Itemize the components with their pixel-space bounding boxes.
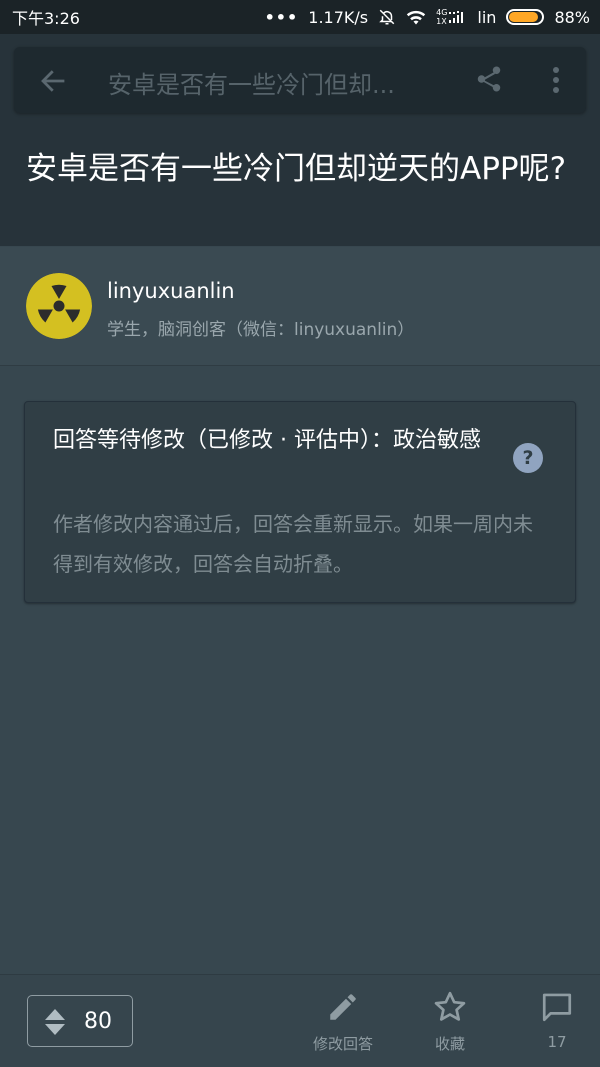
avatar[interactable] (26, 273, 92, 339)
bell-off-icon (378, 8, 396, 26)
battery-percent: 88% (554, 7, 590, 27)
favorite-button[interactable]: 收藏 (420, 989, 480, 1059)
help-icon[interactable]: ? (513, 443, 543, 473)
status-time: 下午3:26 (12, 9, 80, 28)
vote-arrows-icon (45, 1009, 65, 1035)
wifi-icon (406, 9, 426, 25)
share-icon[interactable] (472, 61, 506, 97)
pencil-icon (323, 989, 363, 1025)
vote-button[interactable]: 80 (27, 995, 133, 1047)
notice-title: 回答等待修改（已修改 · 评估中）：政治敏感 (53, 428, 481, 453)
moderation-notice-card: 回答等待修改（已修改 · 评估中）：政治敏感 ? 作者修改内容通过后，回答会重新… (24, 401, 576, 603)
question-title[interactable]: 安卓是否有一些冷门但却逆天的APP呢? (26, 144, 574, 194)
carrier-name: lin (477, 7, 497, 27)
status-bar: 下午3:26 ••• 1.17K/s 4G 1X lin 88% (0, 0, 600, 34)
notice-body: 作者修改内容通过后，回答会重新显示。如果一周内未得到有效修改，回答会自动折叠。 (53, 512, 533, 576)
radiation-icon (26, 273, 92, 339)
more-notifications-icon: ••• (264, 7, 299, 27)
author-row[interactable]: linyuxuanlin 学生，脑洞创客（微信：linyuxuanlin） (0, 247, 600, 366)
answer-screen: 下午3:26 ••• 1.17K/s 4G 1X lin 88% 安卓是否有一些… (0, 0, 600, 1067)
comment-button[interactable]: 17 (527, 989, 587, 1059)
author-name[interactable]: linyuxuanlin (107, 279, 235, 303)
network-speed: 1.17K/s (308, 7, 369, 27)
toolbar-title: 安卓是否有一些冷门但却... (108, 71, 395, 99)
app-bar: 安卓是否有一些冷门但却... (14, 47, 586, 113)
edit-answer-button[interactable]: 修改回答 (306, 989, 380, 1059)
favorite-label: 收藏 (434, 1035, 465, 1053)
more-vertical-icon[interactable] (544, 63, 568, 97)
vote-count: 80 (84, 1009, 112, 1034)
comment-count: 17 (547, 1033, 567, 1051)
comment-icon (537, 989, 577, 1025)
battery-icon (506, 9, 545, 25)
question-header: 安卓是否有一些冷门但却逆天的APP呢? (0, 128, 600, 246)
signal-icon: 4G 1X (436, 8, 467, 26)
star-icon (430, 989, 470, 1025)
arrow-left-icon[interactable] (36, 64, 70, 98)
author-bio: 学生，脑洞创客（微信：linyuxuanlin） (107, 320, 415, 340)
edit-answer-label: 修改回答 (312, 1035, 373, 1053)
bottom-action-bar: 80 修改回答 收藏 17 (0, 974, 600, 1067)
